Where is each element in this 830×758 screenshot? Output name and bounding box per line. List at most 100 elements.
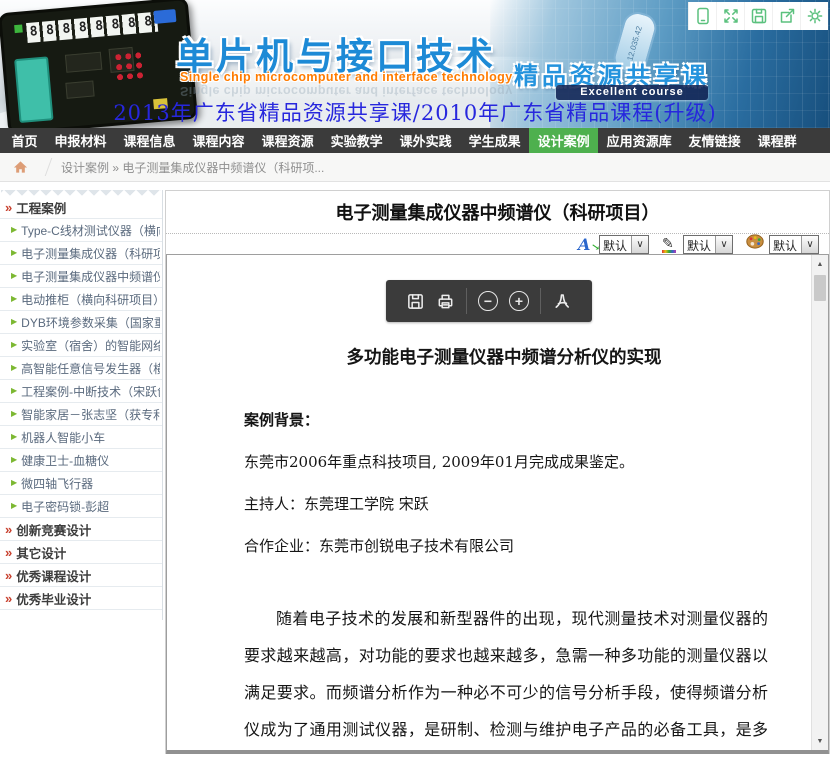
font-color-select[interactable]: 默认 ∨	[683, 235, 733, 254]
sidebar-item[interactable]: » ▶ Type-C线材测试仪器（横向项目...	[0, 219, 162, 242]
document-title: 多功能电子测量仪器中频谱分析仪的实现	[244, 344, 764, 369]
sidebar-item-label: 智能家居－张志坚（获专利项目）	[21, 406, 160, 423]
bullet-icon: ▶	[11, 433, 17, 441]
sidebar-item[interactable]: » ▶ 高智能任意信号发生器（横向科...	[0, 357, 162, 380]
sidebar-item-label: DYB环境参数采集（国家重大科...	[21, 314, 160, 331]
main-nav: 首页申报材料课程信息课程内容课程资源实验教学课外实践学生成果设计案例应用资源库友…	[0, 128, 830, 153]
sidebar-item[interactable]: » ▶ 电动推柜（横向科研项目）	[0, 288, 162, 311]
sidebar-item[interactable]: » ▶ 健康卫士-血糖仪	[0, 449, 162, 472]
section-arrows-icon: »	[5, 523, 12, 536]
sidebar-item[interactable]: » ▶ 电子测量集成仪器中频谱仪（科...	[0, 265, 162, 288]
breadcrumb-trail[interactable]: 设计案例 » 电子测量集成仪器中频谱仪（科研项...	[61, 159, 324, 176]
award-line: 2013年广东省精品资源共享课/2010年广东省精品课程(升级)	[0, 97, 830, 127]
breadcrumb: 设计案例 » 电子测量集成仪器中频谱仪（科研项...	[0, 153, 830, 182]
sidebar-item[interactable]: » ▶ 创新竞赛设计	[0, 518, 162, 541]
nav-item[interactable]: 首页	[3, 128, 46, 153]
sidebar-item[interactable]: » ▶ 优秀毕业设计	[0, 587, 162, 610]
site-banner: 12.035.42 88888888 单片机与接口技术 Single chip …	[0, 0, 830, 128]
chevron-down-icon[interactable]: ∨	[631, 236, 648, 253]
section-arrows-icon: »	[5, 592, 12, 605]
save-icon[interactable]	[744, 2, 772, 30]
sidebar-item[interactable]: » ▶ 电子密码锁-彭超	[0, 495, 162, 518]
sidebar: » ▶ 工程案例 » ▶ Type-C线材测试仪器（横向项目... » ▶ 电子…	[0, 190, 163, 620]
section-arrows-icon: »	[5, 546, 12, 559]
chevron-down-icon[interactable]: ∨	[801, 236, 818, 253]
nav-item[interactable]: 课外实践	[391, 128, 460, 153]
main-content: 电子测量集成仪器中频谱仪（科研项目） A→ 默认 ∨ ✎ 默认 ∨	[165, 190, 830, 754]
home-icon[interactable]	[0, 160, 40, 174]
nav-item[interactable]: 设计案例	[529, 128, 598, 153]
adobe-pdf-icon[interactable]	[552, 291, 572, 311]
sidebar-item[interactable]: » ▶ 实验室（宿舍）的智能网络信息化	[0, 334, 162, 357]
save-icon[interactable]	[406, 292, 425, 311]
font-size-icon: A→	[578, 236, 594, 253]
print-icon[interactable]	[436, 292, 455, 311]
sidebar-item-label: 优秀课程设计	[16, 566, 160, 585]
fullscreen-icon[interactable]	[716, 2, 744, 30]
bullet-icon: ▶	[11, 456, 17, 464]
page-title: 电子测量集成仪器中频谱仪（科研项目）	[166, 191, 829, 233]
connector	[153, 9, 176, 24]
sidebar-item-label: 高智能任意信号发生器（横向科...	[21, 360, 160, 377]
chip	[65, 52, 102, 73]
bullet-icon: ▶	[11, 479, 17, 487]
sidebar-item-label: 电子测量集成仪器（科研项目来...	[21, 245, 160, 262]
document-section-label: 案例背景：	[244, 409, 764, 430]
page-color-select[interactable]: 默认 ∨	[769, 235, 819, 254]
pdf-viewer: − + 多功能电子测量仪器中频谱分析仪的实现 案例背景： 东莞市2006年重点科…	[166, 254, 829, 754]
zoom-out-icon[interactable]: −	[478, 291, 498, 311]
scrollbar-thumb[interactable]	[814, 275, 826, 301]
bullet-icon: ▶	[11, 318, 17, 326]
sidebar-item[interactable]: » ▶ 机器人智能小车	[0, 426, 162, 449]
sidebar-item[interactable]: » ▶ 工程案例	[0, 196, 162, 219]
font-size-control: A→ 默认 ∨	[578, 235, 649, 254]
nav-item[interactable]: 课程信息	[115, 128, 184, 153]
nav-item[interactable]: 友情链接	[680, 128, 749, 153]
page: 12.035.42 88888888 单片机与接口技术 Single chip …	[0, 0, 830, 758]
bullet-icon: ▶	[11, 249, 17, 257]
bullet-icon: ▶	[11, 364, 17, 372]
sidebar-item[interactable]: » ▶ 智能家居－张志坚（获专利项目）	[0, 403, 162, 426]
site-subtitle-reflection: Single chip microcomputer and interface …	[180, 84, 513, 98]
mobile-icon[interactable]	[688, 2, 716, 30]
bullet-icon: ▶	[11, 272, 17, 280]
seven-segment-display: 88888888	[26, 12, 158, 43]
nav-item[interactable]: 课程资源	[253, 128, 322, 153]
reader-controls: A→ 默认 ∨ ✎ 默认 ∨ 默认 ∨	[166, 234, 829, 254]
nav-item[interactable]: 应用资源库	[598, 128, 680, 153]
bullet-icon: ▶	[11, 502, 17, 510]
share-icon[interactable]	[772, 2, 800, 30]
sidebar-item-label: 机器人智能小车	[21, 429, 160, 446]
document-line: 合作企业：东莞市创锐电子技术有限公司	[244, 535, 764, 556]
nav-item[interactable]: 课程群	[749, 128, 805, 153]
sidebar-item[interactable]: » ▶ 电子测量集成仪器（科研项目来...	[0, 242, 162, 265]
bullet-icon: ▶	[11, 341, 17, 349]
font-size-select[interactable]: 默认 ∨	[599, 235, 649, 254]
vertical-scrollbar[interactable]: ▲ ▼	[811, 255, 828, 750]
settings-icon[interactable]	[800, 2, 828, 30]
nav-item[interactable]: 申报材料	[46, 128, 115, 153]
font-color-control: ✎ 默认 ∨	[662, 235, 733, 254]
document-body: 多功能电子测量仪器中频谱分析仪的实现 案例背景： 东莞市2006年重点科技项目,…	[167, 344, 811, 754]
font-color-icon: ✎	[662, 236, 678, 253]
section-arrows-icon: »	[5, 201, 12, 214]
nav-item[interactable]: 学生成果	[460, 128, 529, 153]
sidebar-item[interactable]: » ▶ 其它设计	[0, 541, 162, 564]
sidebar-item[interactable]: » ▶ 优秀课程设计	[0, 564, 162, 587]
toolbar-divider	[540, 288, 541, 314]
scroll-down-icon[interactable]: ▼	[812, 733, 828, 749]
keypad-buttons	[113, 50, 146, 83]
bullet-icon: ▶	[11, 226, 17, 234]
sidebar-item[interactable]: » ▶ DYB环境参数采集（国家重大科...	[0, 311, 162, 334]
document-line: 主持人：东莞理工学院 宋跃	[244, 493, 764, 514]
pdf-page: − + 多功能电子测量仪器中频谱分析仪的实现 案例背景： 东莞市2006年重点科…	[167, 280, 811, 754]
sidebar-item[interactable]: » ▶ 微四轴飞行器	[0, 472, 162, 495]
chevron-down-icon[interactable]: ∨	[715, 236, 732, 253]
section-arrows-icon: »	[5, 569, 12, 582]
nav-item[interactable]: 课程内容	[184, 128, 253, 153]
nav-item[interactable]: 实验教学	[322, 128, 391, 153]
sidebar-item[interactable]: » ▶ 工程案例-中断技术（宋跃创新项...	[0, 380, 162, 403]
quick-toolbar	[688, 2, 828, 30]
scroll-up-icon[interactable]: ▲	[812, 256, 828, 272]
zoom-in-icon[interactable]: +	[509, 291, 529, 311]
